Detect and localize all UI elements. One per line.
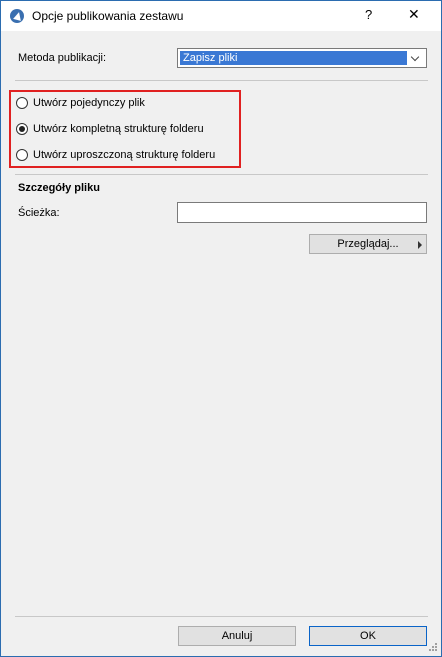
- triangle-right-icon: [418, 241, 422, 249]
- browse-button-label: Przeglądaj...: [337, 238, 399, 250]
- close-icon[interactable]: ✕: [408, 6, 420, 23]
- dialog-title: Opcje publikowania zestawu: [32, 9, 184, 23]
- divider: [15, 616, 428, 617]
- publish-options-dialog: Opcje publikowania zestawu ? ✕ Metoda pu…: [0, 0, 442, 657]
- chevron-down-icon[interactable]: [409, 51, 423, 65]
- publish-method-dropdown[interactable]: Zapisz pliki: [177, 48, 427, 68]
- path-input[interactable]: [177, 202, 427, 223]
- archicad-logo-icon: [10, 9, 24, 23]
- option-complete-folder-label[interactable]: Utwórz kompletną strukturę folderu: [33, 123, 204, 135]
- publish-method-label: Metoda publikacji:: [18, 52, 107, 64]
- option-single-file-label[interactable]: Utwórz pojedynczy plik: [33, 97, 145, 109]
- help-button[interactable]: ?: [365, 7, 372, 22]
- radio-single-file[interactable]: [16, 97, 28, 109]
- path-label: Ścieżka:: [18, 207, 60, 219]
- publish-method-value: Zapisz pliki: [180, 51, 407, 65]
- radio-simplified-folder[interactable]: [16, 149, 28, 161]
- title-bar: Opcje publikowania zestawu ? ✕: [1, 1, 441, 31]
- radio-complete-folder[interactable]: [16, 123, 28, 135]
- browse-button[interactable]: Przeglądaj...: [309, 234, 427, 254]
- divider: [15, 80, 428, 81]
- file-details-heading: Szczegóły pliku: [18, 182, 100, 194]
- resize-grip-icon[interactable]: [428, 643, 438, 653]
- divider: [15, 174, 428, 175]
- cancel-button[interactable]: Anuluj: [178, 626, 296, 646]
- option-simplified-folder-label[interactable]: Utwórz uproszczoną strukturę folderu: [33, 149, 215, 161]
- ok-button[interactable]: OK: [309, 626, 427, 646]
